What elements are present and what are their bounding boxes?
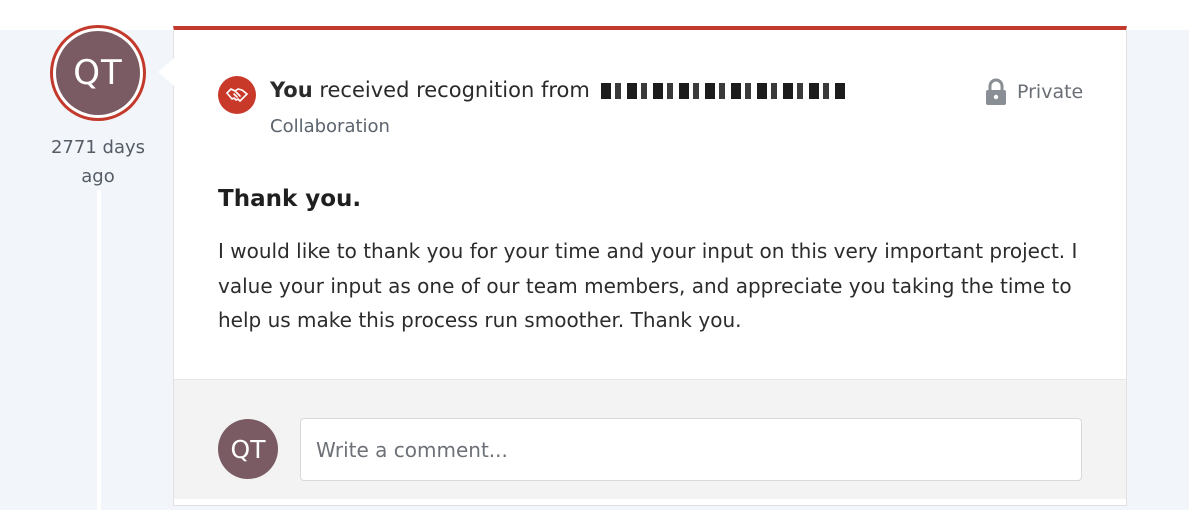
comment-input[interactable] [300,418,1082,481]
commenter-avatar[interactable]: QT [218,419,278,479]
headline-text: received recognition from [319,78,590,102]
visibility-label: Private [1017,80,1084,103]
timeline-line [97,190,101,510]
message-title: Thank you. [218,186,362,212]
recognition-headline: You received recognition from [270,78,849,102]
recipient-name: You [270,78,313,102]
message-body: I would like to thank you for your time … [218,239,1078,332]
sender-avatar[interactable]: QT [56,31,140,115]
redacted-sender-name [600,83,849,99]
time-ago-label: 2771 days ago [50,137,146,187]
lock-icon [986,78,1006,105]
visibility-indicator: Private [985,78,1083,105]
recognition-category: Collaboration [270,116,390,137]
card-pointer [158,58,174,86]
handshake-icon [218,76,256,114]
